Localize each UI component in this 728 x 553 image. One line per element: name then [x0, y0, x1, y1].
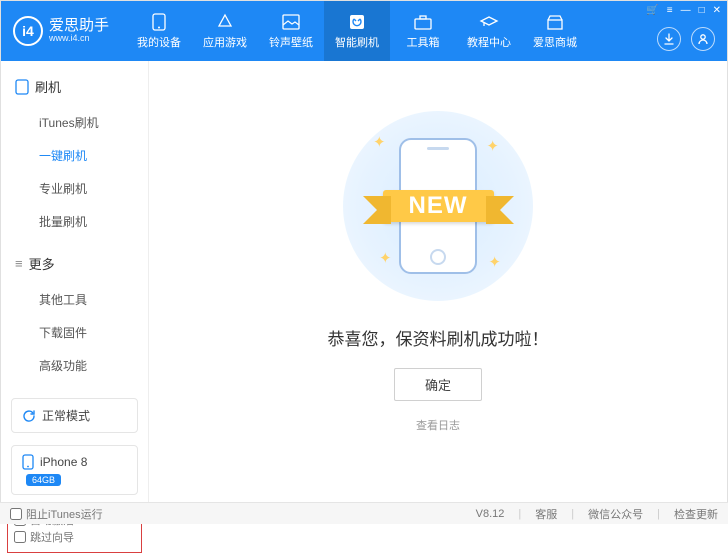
app-logo: i4 爱思助手 www.i4.cn	[1, 16, 121, 46]
nav-label: 爱思商城	[533, 34, 577, 50]
sidebar: 刷机 iTunes刷机 一键刷机 专业刷机 批量刷机 ≡ 更多 其他工具 下载固…	[1, 61, 149, 503]
user-button[interactable]	[691, 27, 715, 51]
nav-ringtones[interactable]: 铃声壁纸	[258, 1, 324, 61]
storage-badge: 64GB	[26, 474, 61, 486]
wechat-link[interactable]: 微信公众号	[588, 506, 643, 522]
new-ribbon: NEW	[348, 181, 528, 231]
wallpaper-icon	[281, 13, 301, 31]
logo-title: 爱思助手	[49, 18, 109, 35]
device-icon	[22, 454, 34, 470]
sparkle-icon: ✦	[373, 133, 386, 151]
cart-icon[interactable]: 🛒	[646, 5, 658, 16]
checkbox-skip-wizard[interactable]: 跳过向导	[14, 529, 74, 545]
device-info-box[interactable]: iPhone 8 64GB	[11, 445, 138, 495]
store-icon	[545, 13, 565, 31]
app-header: i4 爱思助手 www.i4.cn 我的设备 应用游戏 铃声壁纸 智能刷机 工具…	[1, 1, 727, 61]
nav-label: 铃声壁纸	[269, 34, 313, 50]
top-nav: 我的设备 应用游戏 铃声壁纸 智能刷机 工具箱 教程中心 爱思商城	[126, 1, 588, 61]
status-bar: 阻止iTunes运行 V8.12 | 客服 | 微信公众号 | 检查更新	[0, 502, 728, 524]
success-illustration: ✦ ✦ ✦ ✦ NEW	[343, 111, 533, 301]
apps-icon	[215, 13, 235, 31]
nav-label: 智能刷机	[335, 34, 379, 50]
hamburger-icon: ≡	[15, 256, 23, 271]
success-message: 恭喜您，保资料刷机成功啦！	[328, 325, 549, 350]
download-icon	[663, 33, 675, 45]
nav-label: 应用游戏	[203, 34, 247, 50]
nav-label: 我的设备	[137, 34, 181, 50]
support-link[interactable]: 客服	[535, 506, 557, 522]
phone-outline-icon	[15, 79, 29, 95]
sidebar-group-title: 更多	[29, 254, 55, 273]
view-log-link[interactable]: 查看日志	[416, 417, 460, 433]
checkbox-block-itunes[interactable]: 阻止iTunes运行	[10, 506, 103, 522]
nav-label: 教程中心	[467, 34, 511, 50]
close-icon[interactable]: ✕	[713, 5, 721, 16]
mode-status-box[interactable]: 正常模式	[11, 398, 138, 433]
nav-tutorials[interactable]: 教程中心	[456, 1, 522, 61]
main-content: ✦ ✦ ✦ ✦ NEW 恭喜您，保资料刷机成功啦！ 确定 查看日志	[149, 61, 727, 503]
ok-button[interactable]: 确定	[394, 368, 482, 401]
user-icon	[697, 33, 709, 45]
sidebar-item-download-firmware[interactable]: 下载固件	[1, 316, 148, 349]
sidebar-item-other-tools[interactable]: 其他工具	[1, 283, 148, 316]
nav-label: 工具箱	[407, 34, 440, 50]
download-button[interactable]	[657, 27, 681, 51]
sidebar-item-batch-flash[interactable]: 批量刷机	[1, 205, 148, 238]
phone-icon	[149, 13, 169, 31]
nav-my-device[interactable]: 我的设备	[126, 1, 192, 61]
sidebar-item-oneclick-flash[interactable]: 一键刷机	[1, 139, 148, 172]
nav-smart-flash[interactable]: 智能刷机	[324, 1, 390, 61]
flash-icon	[347, 13, 367, 31]
tutorials-icon	[479, 13, 499, 31]
sidebar-item-itunes-flash[interactable]: iTunes刷机	[1, 106, 148, 139]
check-update-link[interactable]: 检查更新	[674, 506, 718, 522]
sidebar-group-more: ≡ 更多	[1, 248, 148, 279]
mode-label: 正常模式	[42, 407, 90, 424]
version-label: V8.12	[476, 508, 505, 520]
nav-apps-games[interactable]: 应用游戏	[192, 1, 258, 61]
maximize-icon[interactable]: □	[699, 5, 705, 16]
sparkle-icon: ✦	[488, 253, 501, 271]
sparkle-icon: ✦	[379, 249, 392, 267]
window-controls: 🛒 ≡ — □ ✕	[646, 5, 721, 16]
sidebar-item-pro-flash[interactable]: 专业刷机	[1, 172, 148, 205]
sidebar-item-advanced[interactable]: 高级功能	[1, 349, 148, 382]
sidebar-group-flash: 刷机	[1, 71, 148, 102]
device-name: iPhone 8	[40, 455, 87, 469]
ribbon-text: NEW	[383, 190, 494, 222]
logo-icon: i4	[13, 16, 43, 46]
nav-toolbox[interactable]: 工具箱	[390, 1, 456, 61]
sidebar-group-title: 刷机	[35, 77, 61, 96]
minimize-icon[interactable]: —	[681, 5, 691, 16]
nav-store[interactable]: 爱思商城	[522, 1, 588, 61]
sparkle-icon: ✦	[486, 137, 499, 155]
refresh-icon	[22, 409, 36, 423]
menu-icon[interactable]: ≡	[667, 5, 673, 16]
toolbox-icon	[413, 13, 433, 31]
logo-url: www.i4.cn	[49, 34, 109, 44]
